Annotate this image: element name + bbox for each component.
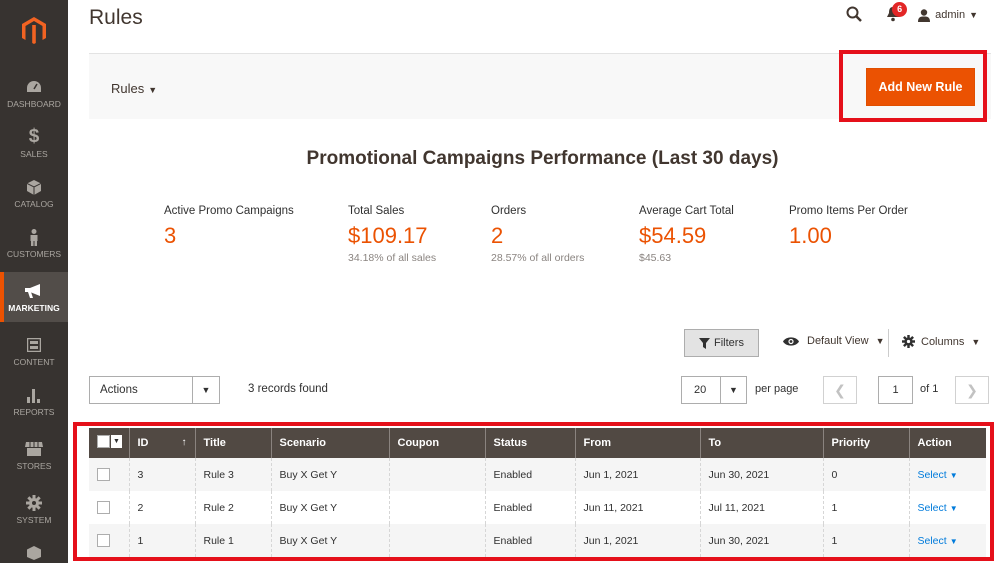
sidebar-item-customers[interactable]: CUSTOMERS xyxy=(0,226,68,262)
stat-total-sales: Total Sales $109.17 34.18% of all sales xyxy=(348,205,436,264)
view-label: Default View xyxy=(807,335,869,347)
megaphone-icon xyxy=(25,280,43,302)
columns-label: Columns xyxy=(921,335,965,348)
performance-title: Promotional Campaigns Performance (Last … xyxy=(306,148,779,169)
stat-sub: 28.57% of all orders xyxy=(491,252,585,264)
cube-icon xyxy=(27,176,41,198)
sidebar-item-label: CATALOG xyxy=(14,199,54,209)
stat-active-campaigns: Active Promo Campaigns 3 xyxy=(164,205,294,247)
sidebar-item-marketing[interactable]: MARKETING xyxy=(0,272,68,322)
chevron-down-icon: ▼ xyxy=(720,377,746,403)
previous-page-button[interactable]: ❮ xyxy=(823,376,857,404)
admin-sidebar: DASHBOARD $ SALES CATALOG CUSTOMERS MARK… xyxy=(0,0,68,563)
sidebar-item-label: SYSTEM xyxy=(16,515,52,525)
sidebar-item-catalog[interactable]: CATALOG xyxy=(0,176,68,212)
divider xyxy=(888,329,889,357)
dashboard-icon xyxy=(26,76,42,98)
gear-icon xyxy=(902,335,915,348)
admin-username: admin xyxy=(935,9,966,21)
person-icon xyxy=(29,226,39,248)
sidebar-item-stores[interactable]: STORES xyxy=(0,438,68,474)
sidebar-item-label: CUSTOMERS xyxy=(6,249,62,259)
actions-label: Actions xyxy=(100,384,138,396)
sidebar-item-dashboard[interactable]: DASHBOARD xyxy=(0,76,68,112)
chevron-down-icon: ▼ xyxy=(969,10,978,20)
search-icon[interactable] xyxy=(846,6,862,25)
columns-control[interactable]: Columns ▼ xyxy=(902,335,980,348)
stat-value: 1.00 xyxy=(789,223,832,248)
sidebar-item-partial[interactable] xyxy=(0,543,68,563)
page-title: Rules xyxy=(89,6,143,29)
sidebar-item-label: REPORTS xyxy=(13,407,55,417)
header-actions: 6 admin ▼ xyxy=(846,1,978,26)
filters-button[interactable]: Filters xyxy=(684,329,759,357)
stat-label: Active Promo Campaigns xyxy=(164,205,294,217)
store-icon xyxy=(25,438,43,460)
eye-icon xyxy=(783,336,799,346)
sidebar-item-reports[interactable]: REPORTS xyxy=(0,384,68,420)
cube-icon xyxy=(27,543,41,563)
stat-promo-items: Promo Items Per Order 1.00 xyxy=(789,205,908,247)
add-new-rule-button[interactable]: Add New Rule xyxy=(866,68,975,106)
magento-logo-icon xyxy=(22,17,46,44)
rules-switcher[interactable]: Rules ▼ xyxy=(111,81,157,96)
stat-value: 2 xyxy=(491,223,504,248)
stat-orders: Orders 2 28.57% of all orders xyxy=(491,205,584,264)
grid-highlight xyxy=(73,422,994,561)
stat-sub: 34.18% of all sales xyxy=(348,252,437,264)
stat-label: Orders xyxy=(491,205,527,217)
rules-switcher-label: Rules xyxy=(111,81,145,96)
sidebar-item-label: CONTENT xyxy=(13,357,55,367)
per-page-label: per page xyxy=(755,383,799,395)
stat-average-cart: Average Cart Total $54.59 $45.63 xyxy=(639,205,734,264)
chevron-left-icon: ❮ xyxy=(834,381,846,398)
chevron-down-icon: ▼ xyxy=(971,336,981,347)
chevron-down-icon: ▼ xyxy=(148,85,158,95)
stat-value: 3 xyxy=(164,223,177,248)
page-number-input[interactable]: 1 xyxy=(878,376,913,404)
user-icon xyxy=(918,8,931,22)
view-switcher[interactable]: Default View ▼ xyxy=(783,335,884,347)
sidebar-item-label: STORES xyxy=(16,461,52,471)
chevron-down-icon: ▼ xyxy=(192,377,219,403)
gear-icon xyxy=(26,492,42,514)
dollar-icon: $ xyxy=(28,126,40,147)
stat-sub: $45.63 xyxy=(639,252,672,264)
stat-value: $54.59 xyxy=(639,223,707,248)
filter-icon xyxy=(699,337,711,349)
records-found: 3 records found xyxy=(248,383,328,395)
notification-count-badge: 6 xyxy=(892,1,908,17)
per-page-select[interactable]: 20 ▼ xyxy=(681,376,747,404)
sidebar-item-content[interactable]: CONTENT xyxy=(0,334,68,370)
magento-logo[interactable] xyxy=(0,0,68,62)
mass-actions-select[interactable]: Actions ▼ xyxy=(89,376,220,404)
next-page-button[interactable]: ❯ xyxy=(955,376,989,404)
admin-user-menu[interactable]: admin ▼ xyxy=(918,8,978,22)
filters-label: Filters xyxy=(714,337,744,349)
stat-label: Average Cart Total xyxy=(639,205,734,217)
chevron-right-icon: ❯ xyxy=(966,381,978,398)
notifications-button[interactable]: 6 xyxy=(886,1,908,25)
sidebar-item-label: DASHBOARD xyxy=(7,99,61,109)
bar-chart-icon xyxy=(27,384,41,406)
stat-label: Promo Items Per Order xyxy=(789,205,908,217)
per-page-value: 20 xyxy=(694,384,707,396)
layout-icon xyxy=(27,334,41,356)
chevron-down-icon: ▼ xyxy=(875,336,885,346)
stat-value: $109.17 xyxy=(348,223,428,248)
stat-label: Total Sales xyxy=(348,205,405,217)
page-count: of 1 xyxy=(920,383,939,395)
sidebar-item-system[interactable]: SYSTEM xyxy=(0,492,68,528)
sidebar-item-label: MARKETING xyxy=(8,303,60,313)
